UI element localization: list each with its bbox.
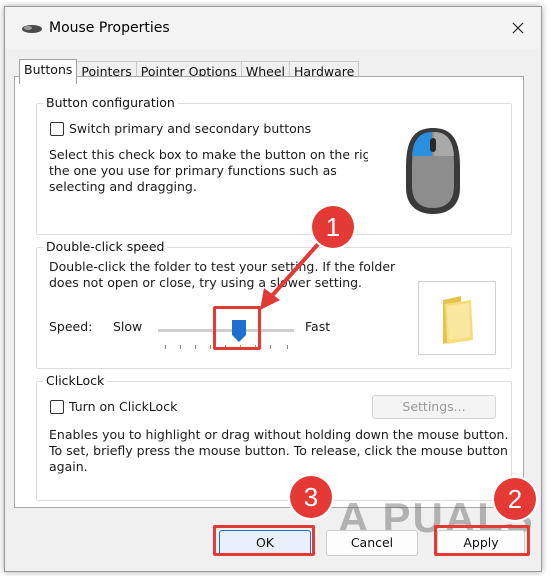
tab-buttons[interactable]: Buttons [19, 59, 78, 84]
slider-tick [165, 345, 166, 349]
double-click-speed-title: Double-click speed [43, 239, 168, 254]
speed-label: Speed: [49, 319, 93, 334]
clicklock-description-line: To set, briefly press the mouse button. … [49, 443, 508, 458]
step-3-badge: 3 [290, 476, 332, 518]
clicklock-title: ClickLock [43, 373, 108, 388]
arrow-annotation [260, 240, 322, 310]
step-1-badge: 1 [312, 206, 354, 248]
step-2-badge: 2 [494, 478, 536, 520]
double-click-description-line: Double-click the folder to test your set… [49, 259, 396, 274]
slider-tick [195, 345, 196, 349]
apply-highlight-box [434, 525, 530, 556]
ok-highlight-box [213, 525, 315, 556]
clicklock-description-line: again. [49, 459, 88, 474]
slow-label: Slow [113, 319, 143, 334]
window-title: Mouse Properties [49, 20, 170, 36]
fast-label: Fast [305, 319, 331, 334]
close-button[interactable] [495, 7, 541, 49]
mouse-illustration [368, 106, 498, 232]
slider-tick [287, 345, 288, 349]
button-config-description-line: selecting and dragging. [49, 179, 197, 194]
clicklock-checkbox[interactable] [50, 400, 64, 414]
button-configuration-title: Button configuration [43, 95, 178, 110]
mouse-app-icon [22, 25, 42, 33]
slider-tick [180, 345, 181, 349]
folder-icon [443, 296, 473, 344]
title-bar: Mouse Properties [5, 7, 541, 49]
switch-buttons-label[interactable]: Switch primary and secondary buttons [69, 121, 311, 137]
test-folder[interactable] [418, 281, 496, 355]
cancel-button[interactable]: Cancel [326, 530, 418, 556]
slider-tick [210, 345, 211, 349]
clicklock-settings-button[interactable]: Settings... [372, 395, 496, 419]
close-icon [512, 22, 524, 34]
button-config-description-line: Select this check box to make the button… [49, 147, 384, 162]
clicklock-description-line: Enables you to highlight or drag without… [49, 427, 509, 442]
button-config-description-line: the one you use for primary functions su… [49, 163, 337, 178]
slider-tick [270, 345, 271, 349]
switch-buttons-checkbox[interactable] [50, 122, 64, 136]
clicklock-label[interactable]: Turn on ClickLock [69, 399, 177, 415]
